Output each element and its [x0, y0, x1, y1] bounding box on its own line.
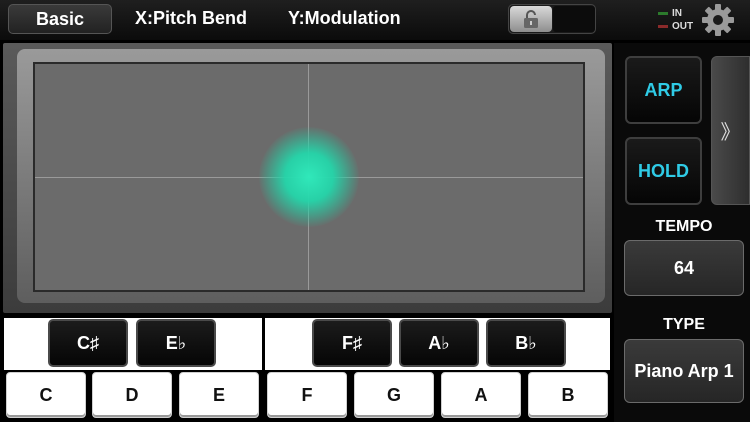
tempo-value-button[interactable]: 64: [624, 240, 744, 296]
white-key-c[interactable]: C: [6, 372, 86, 418]
preset-label: Basic: [35, 8, 85, 29]
lock-toggle[interactable]: [508, 4, 596, 34]
black-key-c-sharp[interactable]: C♯: [48, 319, 128, 367]
key-label: B♭: [515, 332, 537, 353]
black-key-a-flat[interactable]: A♭: [399, 319, 479, 367]
chevron-right-icon: 》: [720, 122, 741, 144]
gear-icon[interactable]: [701, 3, 735, 37]
arp-label: ARP: [644, 79, 683, 100]
key-label: E: [212, 384, 225, 405]
key-label: C♯: [77, 332, 99, 353]
key-label: A: [474, 384, 488, 405]
key-label: F♯: [342, 332, 362, 353]
key-label: D: [125, 384, 139, 405]
white-key-upper-group-1: [4, 318, 262, 370]
arp-button[interactable]: ARP: [625, 56, 702, 124]
key-label: A♭: [428, 332, 450, 353]
midi-in-led: [658, 12, 668, 15]
tempo-label: TEMPO: [655, 218, 713, 235]
midi-out-led: [658, 25, 668, 28]
preset-button[interactable]: Basic: [8, 4, 112, 34]
white-key-g[interactable]: G: [354, 372, 434, 418]
tempo-value: 64: [673, 257, 695, 278]
white-key-d[interactable]: D: [92, 372, 172, 418]
black-key-f-sharp[interactable]: F♯: [312, 319, 392, 367]
key-label: E♭: [165, 332, 187, 353]
type-value-button[interactable]: Piano Arp 1: [624, 339, 744, 403]
key-label: F: [301, 384, 313, 405]
midi-status: IN OUT: [658, 7, 700, 35]
key-label: G: [386, 384, 401, 405]
hold-label: HOLD: [638, 160, 689, 181]
expand-panel-button[interactable]: 》: [711, 56, 750, 205]
black-key-e-flat[interactable]: E♭: [136, 319, 216, 367]
type-value: Piano Arp 1: [634, 360, 734, 381]
white-key-f[interactable]: F: [267, 372, 347, 418]
x-axis-assignment[interactable]: X:Pitch Bend: [135, 8, 247, 29]
white-key-e[interactable]: E: [179, 372, 259, 418]
white-key-b[interactable]: B: [528, 372, 608, 418]
type-label: TYPE: [663, 316, 705, 333]
black-key-b-flat[interactable]: B♭: [486, 319, 566, 367]
touch-point[interactable]: [259, 127, 359, 227]
midi-out-label: OUT: [672, 21, 694, 32]
hold-button[interactable]: HOLD: [625, 137, 702, 205]
lock-track: [553, 6, 595, 32]
key-label: B: [561, 384, 575, 405]
white-key-a[interactable]: A: [441, 372, 521, 418]
midi-in-label: IN: [672, 8, 682, 19]
key-label: C: [39, 384, 53, 405]
y-axis-assignment[interactable]: Y:Modulation: [288, 8, 401, 29]
lock-icon: [510, 6, 552, 32]
